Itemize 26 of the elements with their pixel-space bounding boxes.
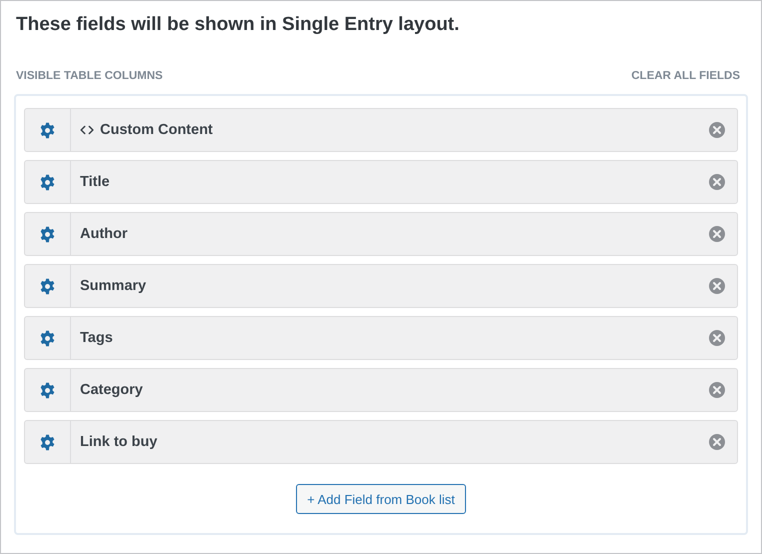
field-label: Summary xyxy=(80,278,146,294)
code-icon xyxy=(80,123,94,137)
page-heading: These fields will be shown in Single Entry layout. xyxy=(15,13,460,37)
field-label: Category xyxy=(80,382,143,398)
remove-icon xyxy=(709,278,725,294)
field-label: Custom Content xyxy=(100,122,213,138)
remove-icon xyxy=(709,226,725,242)
remove-icon xyxy=(709,434,725,450)
settings-icon xyxy=(39,122,56,138)
remove-icon xyxy=(709,122,725,138)
field-label: Link to buy xyxy=(80,434,158,450)
settings-icon xyxy=(39,382,56,398)
remove-icon xyxy=(709,330,725,346)
settings-icon xyxy=(39,174,56,190)
settings-icon xyxy=(39,330,56,346)
field-label: Title xyxy=(80,174,110,190)
settings-icon xyxy=(39,278,56,294)
remove-icon xyxy=(709,174,725,190)
remove-icon xyxy=(709,382,725,398)
settings-icon xyxy=(39,434,56,450)
section-label: VISIBLE TABLE COLUMNS xyxy=(16,70,163,82)
field-label: Author xyxy=(80,226,128,242)
settings-icon xyxy=(39,226,56,242)
clear-all-link[interactable]: CLEAR ALL FIELDS xyxy=(631,70,740,82)
add-field-button[interactable]: + Add Field from Book list xyxy=(296,484,466,514)
field-label: Tags xyxy=(80,330,113,346)
